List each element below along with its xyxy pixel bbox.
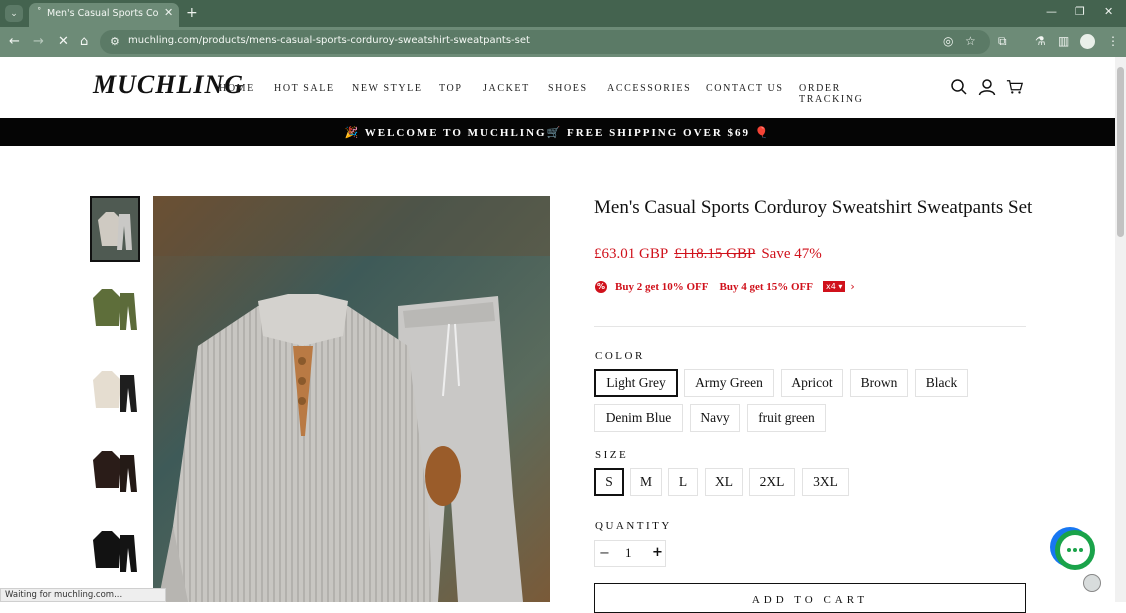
nav-hot-sale[interactable]: HOT SALE: [274, 83, 352, 105]
tab-search-icon[interactable]: ⌄: [5, 5, 23, 22]
labs-icon[interactable]: ⚗: [1035, 34, 1046, 48]
color-option-fruit-green[interactable]: fruit green: [747, 404, 826, 432]
side-panel-icon[interactable]: ▥: [1058, 34, 1069, 48]
page-scrollbar[interactable]: [1115, 57, 1126, 602]
size-option-l[interactable]: L: [668, 468, 698, 496]
account-icon[interactable]: [978, 78, 996, 96]
nav-shoes[interactable]: SHOES: [548, 83, 607, 105]
profile-avatar[interactable]: [1080, 34, 1095, 49]
size-option-xl[interactable]: XL: [705, 468, 743, 496]
scrollbar-thumb[interactable]: [1117, 67, 1124, 237]
price-row: £63.01 GBP £118.15 GBP Save 47%: [594, 246, 822, 263]
menu-kebab-icon[interactable]: ⋮: [1107, 34, 1119, 48]
forward-icon[interactable]: →: [33, 34, 44, 49]
favicon-icon: ˚: [37, 8, 42, 18]
nav-accessories[interactable]: ACCESSORIES: [607, 83, 706, 105]
add-to-cart-button[interactable]: ADD TO CART: [594, 583, 1026, 613]
maximize-icon[interactable]: ❐: [1075, 5, 1085, 18]
product-title: Men's Casual Sports Corduroy Sweatshirt …: [594, 197, 1033, 218]
quantity-decrease-button[interactable]: −: [599, 546, 610, 561]
nav-contact-us[interactable]: CONTACT US: [706, 83, 799, 105]
compare-price: £118.15 GBP: [674, 246, 756, 262]
promo-buy-4: Buy 4 get 15% OFF: [719, 280, 814, 293]
color-option-army-green[interactable]: Army Green: [684, 369, 774, 397]
browser-status-bar: Waiting for muchling.com...: [0, 588, 166, 602]
color-option-denim-blue[interactable]: Denim Blue: [594, 404, 683, 432]
size-option-3xl[interactable]: 3XL: [802, 468, 849, 496]
home-icon[interactable]: ⌂: [80, 34, 88, 49]
back-icon[interactable]: ←: [9, 34, 20, 49]
divider: [594, 326, 1026, 327]
thumbnail-light-grey[interactable]: [90, 196, 140, 262]
thumbnail-army-green[interactable]: [90, 276, 140, 342]
thumbnail-black[interactable]: [90, 518, 140, 584]
announcement-bar: 🎉 WELCOME TO MUCHLING🛒 FREE SHIPPING OVE…: [0, 118, 1115, 146]
nav-home[interactable]: HOME: [219, 83, 274, 105]
thumbnail-apricot[interactable]: [90, 358, 140, 424]
promo-bar[interactable]: % Buy 2 get 10% OFF Buy 4 get 15% OFF x4…: [595, 280, 855, 293]
color-option-apricot[interactable]: Apricot: [781, 369, 843, 397]
color-option-navy[interactable]: Navy: [690, 404, 740, 432]
nav-new-style[interactable]: NEW STYLE: [352, 83, 439, 105]
quantity-stepper: − 1 +: [594, 540, 666, 567]
stop-loading-icon[interactable]: ✕: [58, 34, 69, 49]
minimize-icon[interactable]: —: [1046, 5, 1057, 18]
chevron-right-icon[interactable]: ›: [850, 280, 854, 293]
quantity-label: QUANTITY: [595, 520, 672, 532]
color-option-black[interactable]: Black: [915, 369, 968, 397]
size-label: SIZE: [595, 449, 629, 461]
percent-icon: %: [595, 280, 607, 293]
new-tab-icon[interactable]: +: [186, 5, 198, 21]
browser-toolbar: ← → ✕ ⌂ ⚙ muchling.com/products/mens-cas…: [0, 27, 1126, 57]
promo-badge[interactable]: x4 ▾: [823, 281, 846, 292]
color-label: COLOR: [595, 350, 645, 362]
window-close-icon[interactable]: ✕: [1104, 5, 1113, 18]
chat-widget-icon[interactable]: [1049, 527, 1095, 571]
tab-title: Men's Casual Sports Corduroy: [47, 8, 159, 19]
color-option-light-grey[interactable]: Light Grey: [594, 369, 678, 397]
accessibility-icon[interactable]: [1083, 574, 1101, 592]
site-info-icon[interactable]: ⚙: [110, 35, 120, 48]
quantity-increase-button[interactable]: +: [652, 545, 663, 560]
tab-close-icon[interactable]: ✕: [164, 6, 173, 19]
size-option-s[interactable]: S: [594, 468, 624, 496]
size-option-m[interactable]: M: [630, 468, 662, 496]
extensions-icon[interactable]: ⧉: [998, 34, 1007, 49]
color-option-brown[interactable]: Brown: [850, 369, 908, 397]
thumbnail-brown[interactable]: [90, 438, 140, 504]
main-nav: HOME HOT SALE NEW STYLE TOP JACKET SHOES…: [219, 83, 909, 105]
cart-icon[interactable]: [1006, 78, 1024, 96]
bookmark-star-icon[interactable]: ☆: [965, 34, 976, 48]
browser-tab-bar: ⌄ ˚ Men's Casual Sports Corduroy ✕ + — ❐…: [0, 0, 1126, 27]
nav-order-tracking[interactable]: ORDER TRACKING: [799, 83, 909, 105]
size-option-2xl[interactable]: 2XL: [749, 468, 795, 496]
promo-buy-2: Buy 2 get 10% OFF: [615, 280, 709, 293]
nav-top[interactable]: TOP: [439, 83, 483, 105]
url-text[interactable]: muchling.com/products/mens-casual-sports…: [128, 35, 530, 46]
address-bar[interactable]: ⚙ muchling.com/products/mens-casual-spor…: [100, 30, 990, 54]
eye-off-icon[interactable]: ◎: [943, 34, 953, 48]
browser-tab[interactable]: ˚ Men's Casual Sports Corduroy ✕: [29, 3, 179, 27]
save-badge: Save 47%: [761, 246, 822, 262]
search-icon[interactable]: [950, 78, 968, 96]
sale-price: £63.01 GBP: [594, 246, 669, 262]
main-product-image[interactable]: [153, 196, 550, 602]
quantity-input[interactable]: 1: [625, 545, 632, 561]
nav-jacket[interactable]: JACKET: [483, 83, 548, 105]
